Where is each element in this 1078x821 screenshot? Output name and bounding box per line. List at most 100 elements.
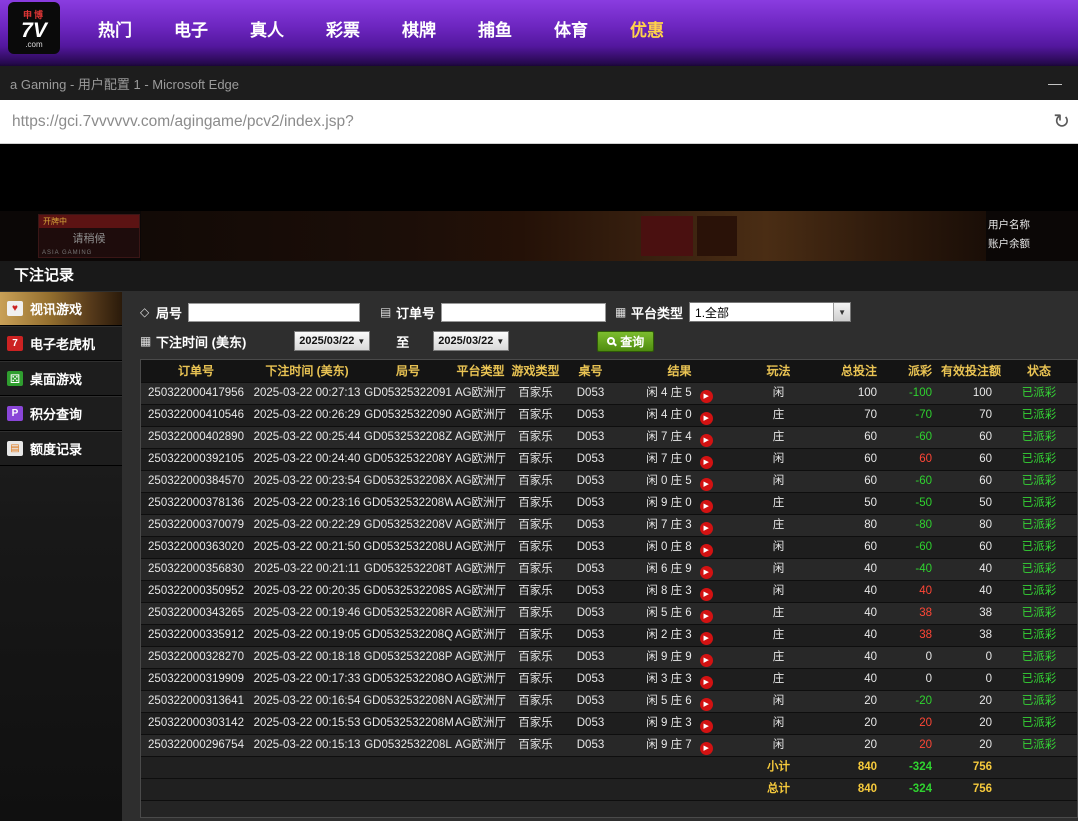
play-video-icon[interactable]: ▶	[700, 434, 713, 447]
sidebar: ♥视讯游戏7电子老虎机⚄桌面游戏P积分查询▤额度记录	[0, 291, 122, 821]
play-type-cell: 庄	[741, 603, 816, 624]
play-video-icon[interactable]: ▶	[700, 676, 713, 689]
round-number-icon: ◇	[140, 305, 154, 319]
bet-time-cell: 2025-03-22 00:25:44	[251, 427, 363, 448]
content-area: ♥视讯游戏7电子老虎机⚄桌面游戏P积分查询▤额度记录 ◇ 局号 ▤ 订单号 ▦ …	[0, 291, 1078, 821]
play-video-icon[interactable]: ▶	[700, 610, 713, 623]
play-video-icon[interactable]: ▶	[700, 500, 713, 513]
card-status-text: 开牌中	[39, 215, 139, 228]
filter-row-2: ▦ 下注时间 (美东) 2025/03/22 ▼ 至 2025/03/22 ▼ …	[140, 330, 1078, 352]
result-cell: 闲 0 庄 5▶	[618, 471, 741, 492]
nav-item[interactable]: 捕鱼	[478, 16, 512, 41]
summary-empty-cell	[1001, 757, 1077, 778]
video-games-icon: ♥	[7, 301, 23, 316]
status-cell: 已派彩	[1001, 449, 1077, 470]
result-cell: 闲 2 庄 3▶	[618, 625, 741, 646]
order-id-cell: 250322000350952	[141, 581, 251, 602]
col-header-round-id: 局号	[363, 360, 453, 382]
sidebar-item[interactable]: P积分查询	[0, 396, 122, 431]
game-banner: 开牌中 请稍候 ASIA GAMING 用户名称 账户余额	[0, 211, 1078, 261]
nav-item[interactable]: 优惠	[630, 16, 664, 41]
platform-cell: AG欧洲厅	[453, 449, 508, 470]
refresh-icon[interactable]: ↻	[1053, 109, 1070, 134]
summary-empty-cell	[563, 779, 618, 800]
col-header-total-bet: 总投注	[816, 360, 886, 382]
play-video-icon[interactable]: ▶	[700, 698, 713, 711]
play-video-icon[interactable]: ▶	[700, 654, 713, 667]
result-text: 闲 7 庄 3	[646, 519, 691, 531]
round-number-input[interactable]	[188, 303, 360, 322]
sidebar-item[interactable]: ♥视讯游戏	[0, 291, 122, 326]
result-cell: 闲 4 庄 0▶	[618, 405, 741, 426]
play-video-icon[interactable]: ▶	[700, 588, 713, 601]
nav-item[interactable]: 真人	[250, 16, 284, 41]
sidebar-item[interactable]: ▤额度记录	[0, 431, 122, 466]
result-cell: 闲 9 庄 7▶	[618, 735, 741, 756]
platform-cell: AG欧洲厅	[453, 405, 508, 426]
points-query-icon: P	[7, 406, 23, 421]
play-video-icon[interactable]: ▶	[700, 412, 713, 425]
game-type-cell: 百家乐	[508, 735, 563, 756]
nav-item[interactable]: 体育	[554, 16, 588, 41]
play-video-icon[interactable]: ▶	[700, 478, 713, 491]
result-text: 闲 3 庄 3	[646, 673, 691, 685]
url-text[interactable]: https://gci.7vvvvvv.com/agingame/pcv2/in…	[12, 113, 354, 131]
bet-time-cell: 2025-03-22 00:15:13	[251, 735, 363, 756]
bet-time-cell: 2025-03-22 00:23:54	[251, 471, 363, 492]
play-type-cell: 庄	[741, 669, 816, 690]
play-video-icon[interactable]: ▶	[700, 720, 713, 733]
sidebar-item[interactable]: 7电子老虎机	[0, 326, 122, 361]
date-from-select[interactable]: 2025/03/22 ▼	[294, 331, 370, 351]
browser-url-bar: https://gci.7vvvvvv.com/agingame/pcv2/in…	[0, 100, 1078, 144]
play-video-icon[interactable]: ▶	[700, 632, 713, 645]
play-video-icon[interactable]: ▶	[700, 566, 713, 579]
game-table-card[interactable]: 开牌中 请稍候 ASIA GAMING	[38, 214, 140, 258]
minimize-button[interactable]: —	[1048, 75, 1062, 91]
col-header-game-type: 游戏类型	[508, 360, 563, 382]
site-logo[interactable]: 申博 7V .com	[8, 2, 60, 54]
payout-cell: -20	[886, 691, 941, 712]
nav-item[interactable]: 热门	[98, 16, 132, 41]
valid-bet-cell: 38	[941, 625, 1001, 646]
summary-empty-cell	[453, 779, 508, 800]
total-bet-cell: 40	[816, 625, 886, 646]
sidebar-item-label: 额度记录	[30, 439, 82, 458]
round-number-label: 局号	[156, 303, 182, 322]
status-cell: 已派彩	[1001, 669, 1077, 690]
result-text: 闲 0 庄 8	[646, 541, 691, 553]
play-video-icon[interactable]: ▶	[700, 522, 713, 535]
round-id-cell: GD05325322090	[363, 405, 453, 426]
nav-item[interactable]: 棋牌	[402, 16, 436, 41]
table-id-cell: D053	[563, 647, 618, 668]
nav-item[interactable]: 电子	[174, 16, 208, 41]
bet-time-cell: 2025-03-22 00:24:40	[251, 449, 363, 470]
status-cell: 已派彩	[1001, 603, 1077, 624]
payout-cell: 40	[886, 581, 941, 602]
round-id-cell: GD0532532208N	[363, 691, 453, 712]
result-cell: 闲 5 庄 6▶	[618, 603, 741, 624]
status-cell: 已派彩	[1001, 581, 1077, 602]
query-button[interactable]: 查询	[597, 331, 654, 352]
play-type-cell: 闲	[741, 471, 816, 492]
table-row: 2503220004105462025-03-22 00:26:29GD0532…	[141, 405, 1077, 427]
table-id-cell: D053	[563, 581, 618, 602]
order-id-cell: 250322000417956	[141, 383, 251, 404]
play-video-icon[interactable]: ▶	[700, 742, 713, 755]
play-video-icon[interactable]: ▶	[700, 390, 713, 403]
platform-cell: AG欧洲厅	[453, 493, 508, 514]
play-video-icon[interactable]: ▶	[700, 544, 713, 557]
screen: 申博 7V .com 热门电子真人彩票棋牌捕鱼体育优惠 a Gaming - 用…	[0, 0, 1078, 821]
platform-type-select[interactable]: 1.全部 ▼	[689, 302, 851, 322]
nav-item[interactable]: 彩票	[326, 16, 360, 41]
play-video-icon[interactable]: ▶	[700, 456, 713, 469]
table-footer-spacer	[141, 801, 1077, 817]
bet-time-cell: 2025-03-22 00:23:16	[251, 493, 363, 514]
round-id-cell: GD0532532208S	[363, 581, 453, 602]
date-to-select[interactable]: 2025/03/22 ▼	[433, 331, 509, 351]
bet-time-cell: 2025-03-22 00:19:05	[251, 625, 363, 646]
sidebar-item[interactable]: ⚄桌面游戏	[0, 361, 122, 396]
order-number-input[interactable]	[441, 303, 606, 322]
payout-cell: 0	[886, 647, 941, 668]
valid-bet-cell: 40	[941, 581, 1001, 602]
valid-bet-cell: 20	[941, 713, 1001, 734]
